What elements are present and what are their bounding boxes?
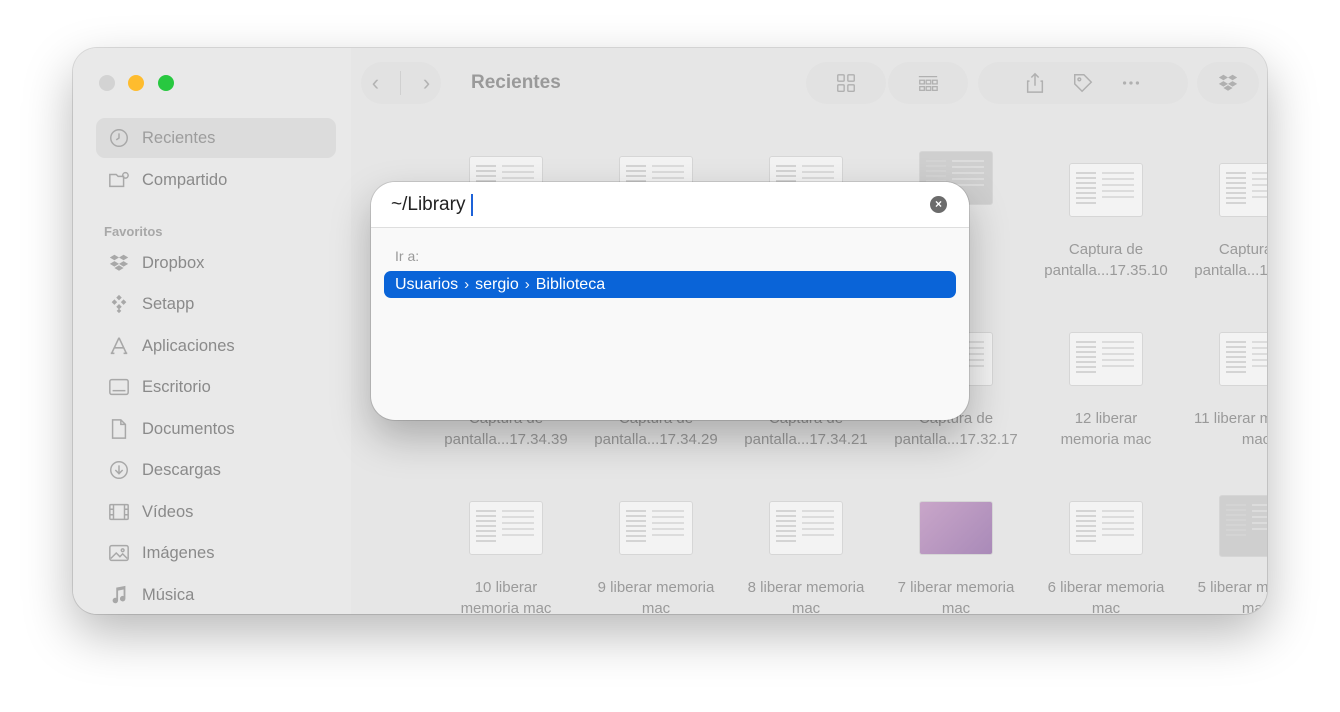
sidebar-item-aplicaciones[interactable]: Aplicaciones	[96, 326, 336, 366]
toolbar: ‹ › Recientes	[351, 48, 1267, 118]
sidebar-item-label: Recientes	[142, 128, 216, 147]
sidebar-item-compartido[interactable]: Compartido	[96, 160, 336, 200]
forward-button[interactable]: ›	[423, 72, 430, 94]
maximize-window-button[interactable]	[158, 75, 174, 91]
file-caption: 5 liberar memoriamac	[1197, 579, 1267, 614]
sidebar-item-label: Música	[142, 585, 195, 604]
sidebar-item-imagenes[interactable]: Imágenes	[96, 533, 336, 573]
file-item[interactable]: 6 liberar memoria mac	[1036, 501, 1176, 614]
document-icon	[106, 416, 132, 442]
dropbox-icon	[106, 250, 132, 276]
tag-icon[interactable]	[1072, 72, 1094, 94]
photo-icon	[106, 540, 132, 566]
path-segment: sergio	[475, 275, 519, 293]
file-item[interactable]: 10 liberar memoria mac	[436, 501, 576, 614]
file-caption: 8 liberar memoria mac	[747, 579, 865, 614]
favorites-heading: Favoritos	[104, 224, 163, 239]
setapp-icon	[106, 291, 132, 317]
music-note-icon	[106, 582, 132, 608]
dropbox-icon	[1218, 74, 1238, 91]
file-caption: 9 liberar memoria mac	[597, 579, 715, 614]
sidebar-item-documentos[interactable]: Documentos	[96, 409, 336, 449]
sidebar-item-videos[interactable]: Vídeos	[96, 492, 336, 532]
chevron-right-icon: ›	[464, 276, 470, 293]
sidebar-item-label: Escritorio	[142, 377, 211, 396]
sidebar-item-escritorio[interactable]: Escritorio	[96, 367, 336, 407]
dialog-header: ×	[371, 182, 969, 228]
group-by-button[interactable]	[888, 62, 968, 104]
action-buttons-group	[978, 62, 1188, 104]
group-grid-icon	[918, 75, 938, 91]
sidebar-item-label: Imágenes	[142, 543, 215, 562]
file-thumbnail	[1069, 163, 1143, 217]
sidebar-item-label: Documentos	[142, 419, 235, 438]
clear-input-button[interactable]: ×	[930, 196, 947, 213]
sidebar-item-musica[interactable]: Música	[96, 575, 336, 614]
chevron-right-icon: ›	[524, 276, 530, 293]
sidebar-item-dropbox[interactable]: Dropbox	[96, 243, 336, 283]
file-thumbnail	[1219, 332, 1267, 386]
more-icon[interactable]	[1120, 72, 1142, 94]
file-caption: 10 liberar memoria mac	[460, 579, 552, 614]
sidebar-item-label: Aplicaciones	[142, 336, 235, 355]
dropbox-menu-button[interactable]	[1197, 62, 1259, 104]
text-cursor	[471, 194, 473, 216]
window-title: Recientes	[471, 72, 561, 93]
file-thumbnail	[1069, 332, 1143, 386]
film-icon	[106, 499, 132, 525]
sidebar-item-label: Compartido	[142, 170, 228, 189]
sidebar-item-setapp[interactable]: Setapp	[96, 284, 336, 324]
back-button[interactable]: ‹	[372, 72, 379, 94]
file-caption: 6 liberar memoria mac	[1047, 579, 1165, 614]
file-thumbnail	[1219, 495, 1267, 557]
file-caption: 11 liberar memoriamac	[1194, 410, 1267, 448]
path-segment: Usuarios	[395, 275, 459, 293]
sidebar-item-label: Descargas	[142, 460, 221, 479]
navigation-buttons: ‹ ›	[361, 62, 441, 104]
file-thumbnail	[619, 501, 693, 555]
view-mode-button[interactable]	[806, 62, 886, 104]
file-item[interactable]: 12 liberar memoria mac	[1036, 332, 1176, 450]
sidebar-item-label: Dropbox	[142, 253, 205, 272]
downloads-icon	[106, 457, 132, 483]
sidebar-item-label: Vídeos	[142, 502, 194, 521]
file-item[interactable]: 8 liberar memoria mac	[736, 501, 876, 614]
file-thumbnail	[1069, 501, 1143, 555]
file-thumbnail	[469, 501, 543, 555]
minimize-window-button[interactable]	[128, 75, 144, 91]
file-thumbnail	[769, 501, 843, 555]
grid-view-icon	[837, 74, 855, 92]
file-item[interactable]: 9 liberar memoria mac	[586, 501, 726, 614]
path-input[interactable]	[391, 192, 911, 218]
file-item[interactable]: 5 liberar memoriamac	[1186, 495, 1267, 614]
file-item[interactable]: 11 liberar memoriamac	[1186, 332, 1267, 450]
share-icon[interactable]	[1024, 72, 1046, 94]
go-to-folder-dialog: × Ir a: Usuarios › sergio › Biblioteca	[371, 182, 969, 420]
file-caption: Captura de pantalla...17.35.10	[1044, 241, 1168, 279]
sidebar-item-descargas[interactable]: Descargas	[96, 450, 336, 490]
file-caption: 12 liberar memoria mac	[1060, 410, 1152, 448]
path-segment: Biblioteca	[535, 275, 606, 293]
file-item[interactable]: 7 liberar memoria mac	[886, 501, 1026, 614]
clock-icon	[106, 125, 132, 151]
sidebar: Recientes Compartido Favoritos Dropbox S…	[73, 48, 351, 614]
goto-section-label: Ir a:	[395, 248, 420, 264]
shared-folder-icon	[106, 167, 132, 193]
file-thumbnail	[919, 501, 993, 555]
file-item[interactable]: Captura de pantalla...17.35.10	[1036, 163, 1176, 281]
sidebar-item-recientes[interactable]: Recientes	[96, 118, 336, 158]
sidebar-item-label: Setapp	[142, 294, 195, 313]
desktop-icon	[106, 374, 132, 400]
file-thumbnail	[1219, 163, 1267, 217]
close-window-button[interactable]	[99, 75, 115, 91]
file-item[interactable]: Captura depantalla...17.35.00	[1186, 163, 1267, 281]
file-caption: Captura depantalla...17.35.00	[1194, 241, 1267, 279]
file-caption: 7 liberar memoria mac	[897, 579, 1015, 614]
path-suggestion-row[interactable]: Usuarios › sergio › Biblioteca	[384, 271, 956, 298]
applications-icon	[106, 333, 132, 359]
